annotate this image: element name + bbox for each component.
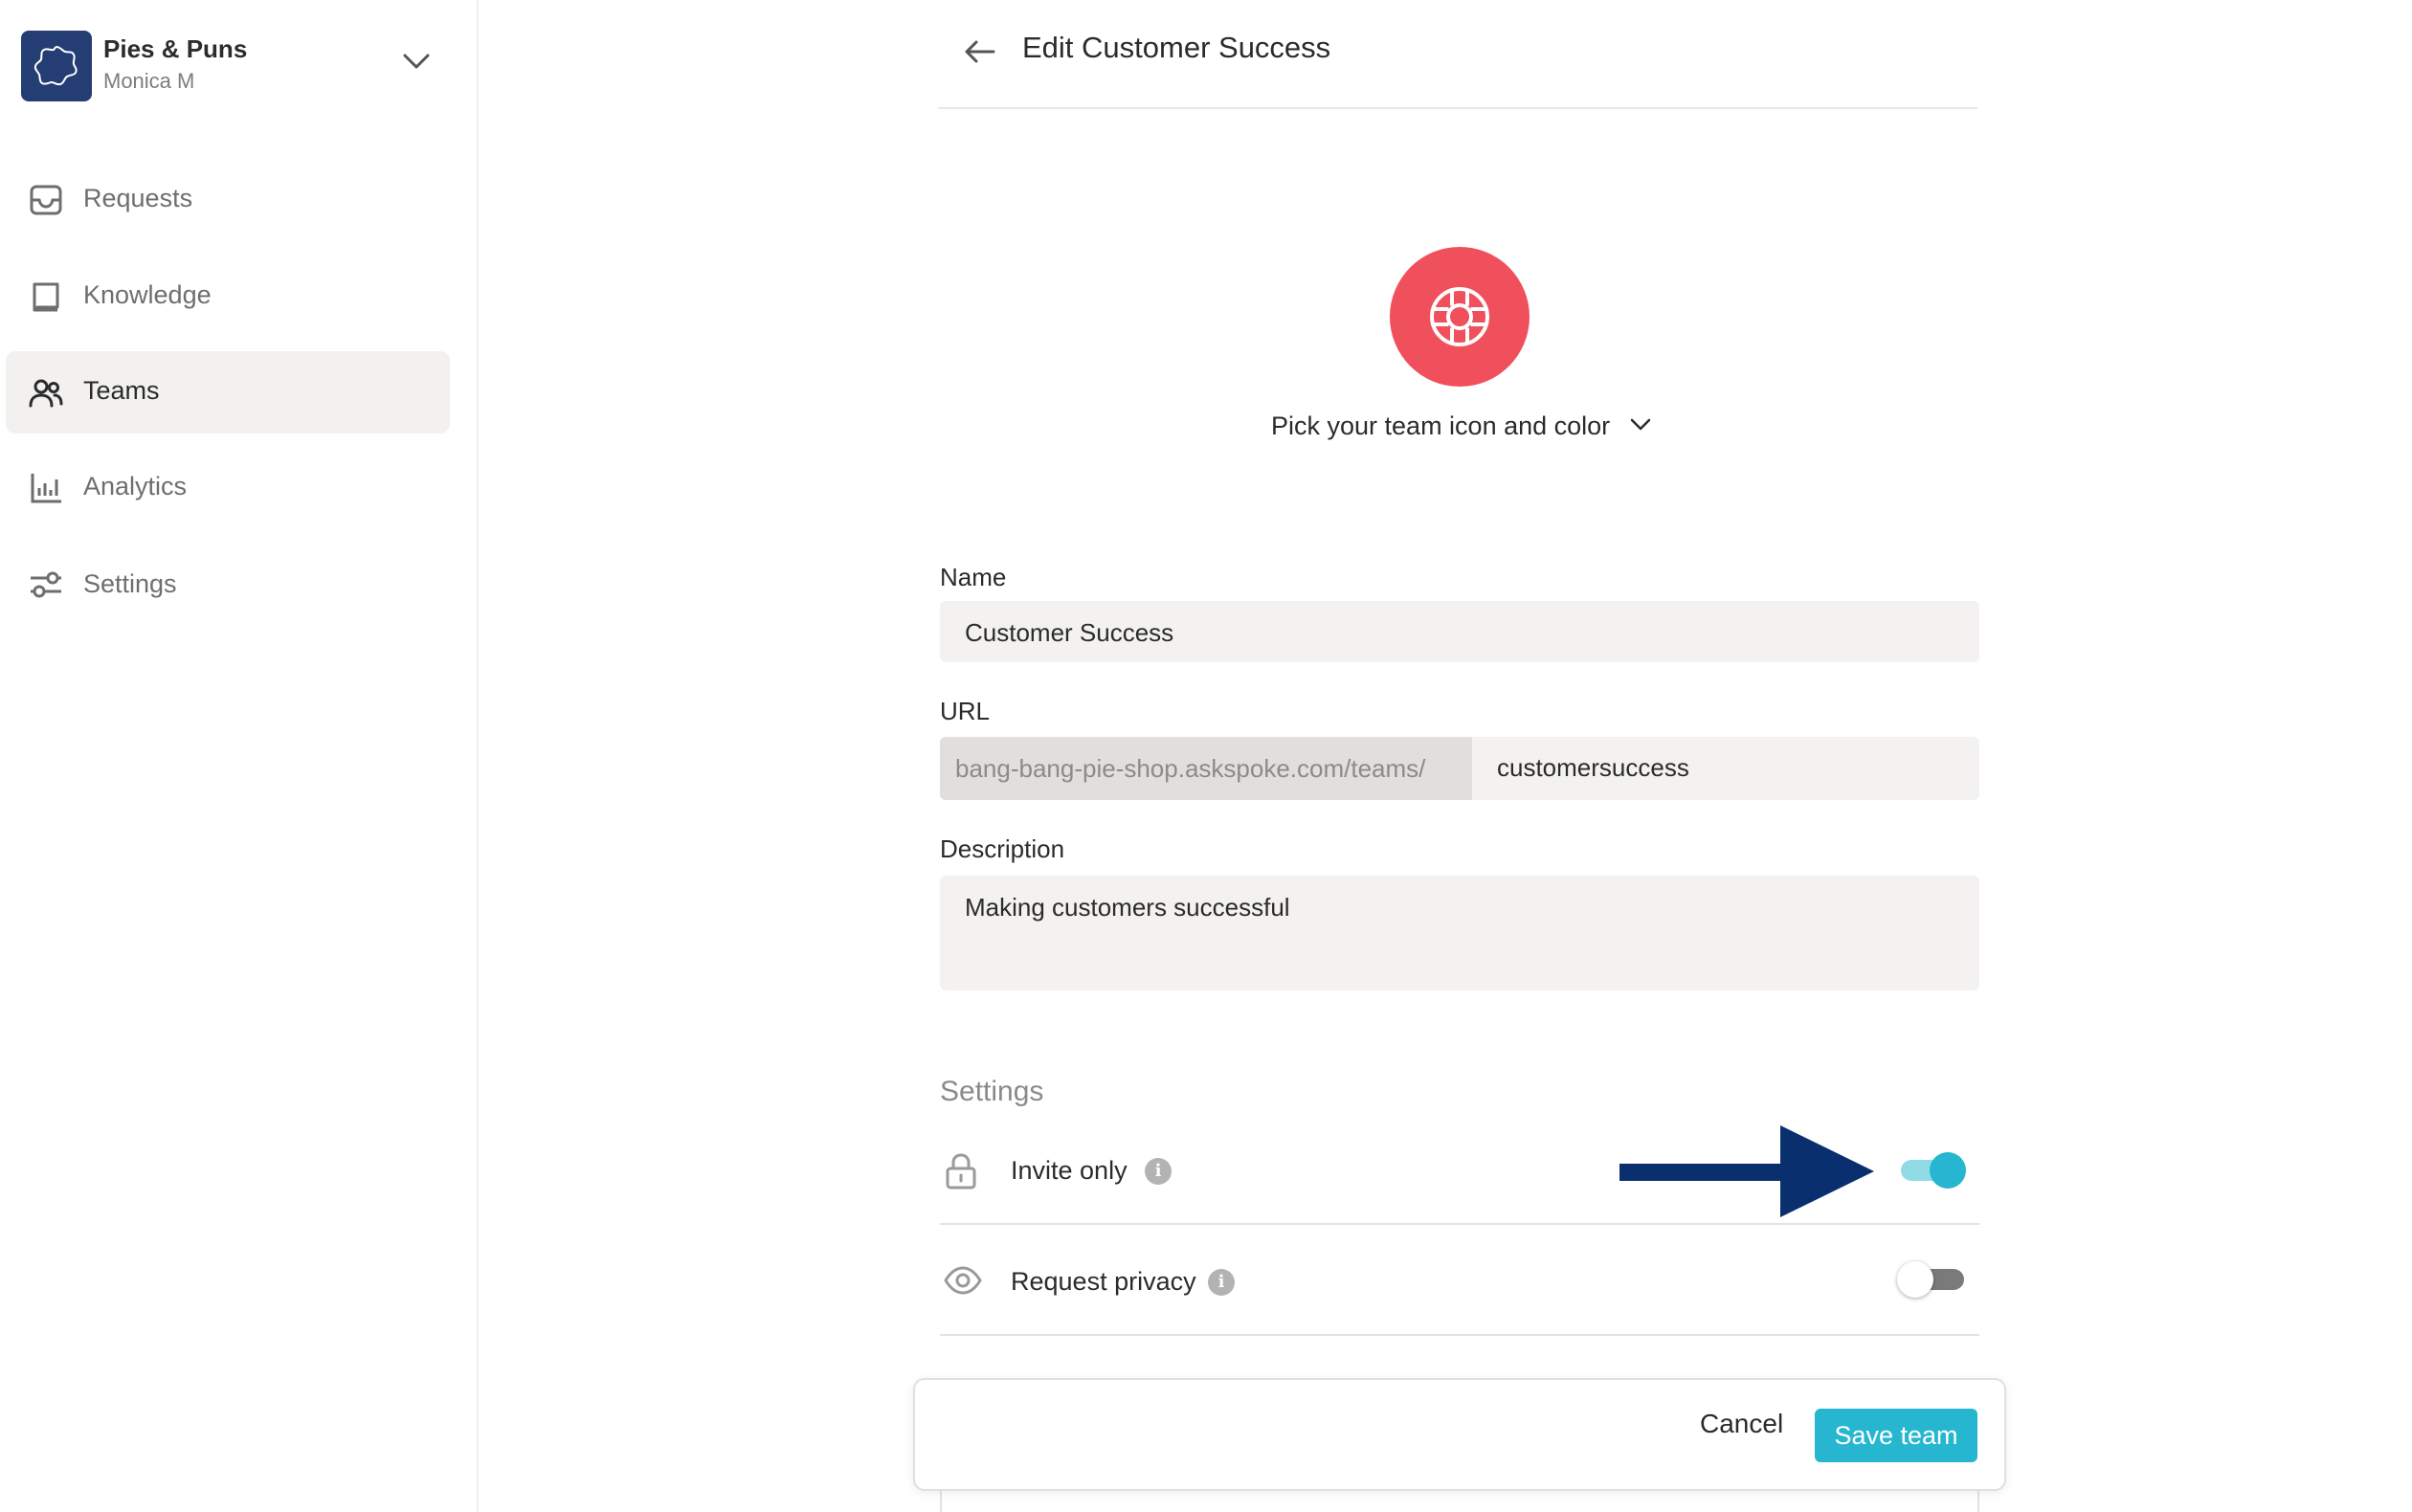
sidebar-item-label: Teams [83, 376, 160, 405]
info-icon[interactable]: i [1208, 1269, 1235, 1296]
eye-icon [944, 1266, 982, 1295]
request-privacy-toggle[interactable] [1897, 1261, 1964, 1298]
inbox-icon [30, 185, 62, 215]
request-privacy-label: Request privacy [1011, 1267, 1196, 1296]
lock-icon [946, 1153, 976, 1190]
description-textarea[interactable]: Making customers successful [940, 876, 1979, 990]
row-divider [940, 1223, 1979, 1225]
chevron-down-icon[interactable] [1629, 417, 1652, 433]
sidebar-item-knowledge[interactable]: Knowledge [6, 256, 450, 338]
sidebar: Pies & Puns Monica M Requests Knowledge … [0, 0, 479, 1512]
book-icon [33, 282, 59, 312]
toggle-knob [1930, 1152, 1966, 1189]
org-logo [21, 31, 92, 101]
sidebar-item-requests[interactable]: Requests [6, 159, 450, 241]
url-input-value: customersuccess [1497, 753, 1689, 782]
sidebar-item-label: Knowledge [83, 280, 212, 309]
org-switcher[interactable]: Pies & Puns Monica M [21, 31, 442, 101]
name-label: Name [940, 563, 1007, 591]
save-team-button[interactable]: Save team [1815, 1409, 1977, 1462]
settings-heading: Settings [940, 1076, 1044, 1107]
sidebar-item-label: Analytics [83, 472, 188, 500]
chevron-down-icon[interactable] [402, 52, 431, 71]
url-input[interactable]: customersuccess [1472, 737, 1979, 800]
org-name: Pies & Puns [103, 34, 248, 63]
row-divider [940, 1334, 1979, 1336]
url-prefix: bang-bang-pie-shop.askspoke.com/teams/ [940, 737, 1472, 800]
arrow-right-icon [1619, 1125, 1874, 1217]
cancel-button[interactable]: Cancel [1700, 1409, 1783, 1439]
flower-logo-icon [34, 45, 78, 86]
sidebar-item-label: Requests [83, 184, 193, 212]
action-bar: Cancel Save team [913, 1378, 2006, 1491]
lifebuoy-icon [1430, 287, 1489, 346]
url-prefix-text: bang-bang-pie-shop.askspoke.com/teams/ [955, 754, 1426, 783]
header-divider [938, 107, 1977, 109]
description-value: Making customers successful [965, 893, 1290, 922]
setting-request-privacy: Request privacy i [940, 1231, 1979, 1336]
arrow-left-icon[interactable] [961, 33, 999, 71]
invite-only-toggle[interactable] [1901, 1152, 1966, 1189]
icon-color-picker[interactable]: Pick your team icon and color [1271, 411, 1610, 441]
sidebar-item-settings[interactable]: Settings [6, 545, 450, 627]
sliders-icon [31, 571, 61, 598]
team-icon-preview[interactable] [1390, 247, 1530, 387]
url-label: URL [940, 697, 991, 725]
toggle-knob [1897, 1261, 1933, 1298]
bar-chart-icon [31, 474, 61, 503]
sidebar-item-label: Settings [83, 569, 177, 598]
sidebar-item-teams[interactable]: Teams [6, 351, 450, 434]
name-input-value: Customer Success [965, 618, 1174, 647]
people-icon [29, 379, 63, 408]
user-name: Monica M [103, 69, 195, 93]
page-title: Edit Customer Success [1022, 31, 1331, 64]
invite-only-label: Invite only [1011, 1156, 1128, 1185]
info-icon[interactable]: i [1145, 1158, 1172, 1185]
name-input[interactable]: Customer Success [940, 601, 1979, 662]
description-label: Description [940, 834, 1065, 863]
sidebar-item-analytics[interactable]: Analytics [6, 447, 450, 529]
